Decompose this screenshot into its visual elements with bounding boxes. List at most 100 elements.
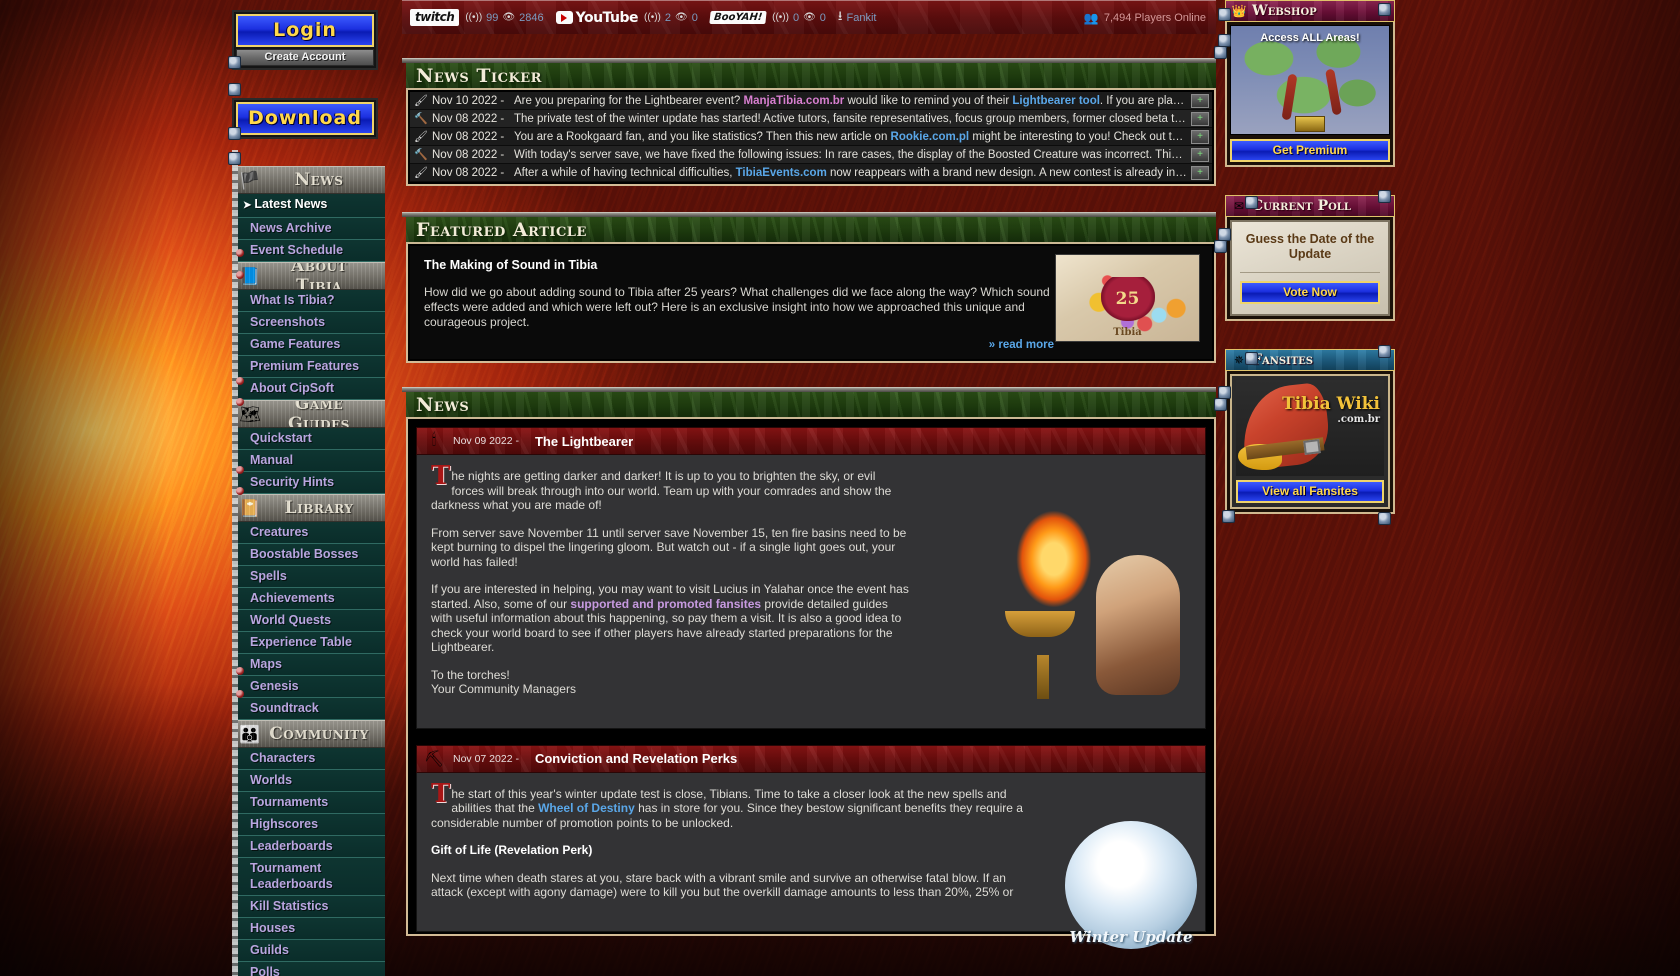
- sidebar-item-spells[interactable]: Spells: [233, 566, 385, 588]
- sidebar-item-worlds[interactable]: Worlds: [233, 770, 385, 792]
- sidebar-item-screenshots[interactable]: Screenshots: [233, 312, 385, 334]
- ticker-link[interactable]: Rookie.com.pl: [891, 131, 970, 143]
- sidebar-item-boostable-bosses[interactable]: Boostable Bosses: [233, 544, 385, 566]
- rivet-decoration: [236, 667, 244, 675]
- ticker-link[interactable]: TibiaEvents.com: [736, 167, 827, 179]
- table-row[interactable]: 🔨 Nov 08 2022 - The private test of the …: [410, 110, 1212, 128]
- sidebar-item-characters[interactable]: Characters: [233, 748, 385, 770]
- sidebar-item-experience-table[interactable]: Experience Table: [233, 632, 385, 654]
- sidebar-item-tournament-leaderboards[interactable]: Tournament Leaderboards: [233, 858, 385, 896]
- ticker-link[interactable]: ManjaTibia.com.br: [744, 95, 845, 107]
- fansites-title: Fansites: [1252, 352, 1314, 368]
- dropcap: T: [431, 778, 451, 809]
- sidebar-item-maps[interactable]: Maps: [233, 654, 385, 676]
- create-account-button[interactable]: Create Account: [236, 49, 374, 66]
- sidebar-menu-community: Characters Worlds Tournaments Highscores…: [233, 748, 385, 976]
- sidebar-item-quickstart[interactable]: Quickstart: [233, 428, 385, 450]
- view-all-fansites-button[interactable]: View all Fansites: [1236, 480, 1384, 503]
- sidebar-section-game-guides-label: Game Guides: [288, 400, 350, 428]
- sidebar-item-latest-news[interactable]: Latest News: [233, 194, 385, 218]
- image-caption: Tibia: [1113, 327, 1142, 338]
- featured-article-section: Featured Article The Making of Sound in …: [402, 212, 1216, 363]
- twitch-stats: ((•)) 99 👁 2846: [465, 12, 543, 24]
- table-row[interactable]: 🔨 Nov 08 2022 - With today's server save…: [410, 146, 1212, 164]
- sidebar-item-polls[interactable]: Polls: [233, 962, 385, 976]
- youtube-stats: ((•)) 2 👁 0: [644, 12, 698, 24]
- twitch-logo[interactable]: twitch: [410, 9, 460, 26]
- sidebar-item-houses[interactable]: Houses: [233, 918, 385, 940]
- news-article-title[interactable]: The Lightbearer: [535, 434, 633, 449]
- get-premium-button[interactable]: Get Premium: [1230, 139, 1390, 162]
- news-article-header[interactable]: ⛏ Nov 07 2022 - Conviction and Revelatio…: [416, 744, 1206, 773]
- booyah-logo[interactable]: BooYAH!: [709, 11, 767, 24]
- download-button-frame: Download: [232, 98, 378, 139]
- hat-buckle: [1303, 439, 1321, 455]
- sidebar-item-genesis[interactable]: Genesis: [233, 676, 385, 698]
- ticker-expand-button[interactable]: +: [1191, 165, 1209, 180]
- bolt-decoration: [1222, 510, 1235, 523]
- download-icon: ⭳: [837, 7, 843, 23]
- wheel-of-destiny-link[interactable]: Wheel of Destiny: [538, 801, 635, 815]
- eye-icon: 👁: [803, 12, 816, 23]
- bolt-decoration: [1245, 196, 1258, 209]
- sidebar-item-about-cipsoft[interactable]: About CipSoft: [233, 378, 385, 400]
- sidebar-item-news-archive[interactable]: News Archive: [233, 218, 385, 240]
- sidebar-menu-game-guides: Quickstart Manual Security Hints: [233, 428, 385, 494]
- ticker-link[interactable]: Lightbearer tool: [1012, 95, 1100, 107]
- ticker-text: Are you preparing for the Lightbearer ev…: [514, 94, 1191, 107]
- ticker-text: You are a Rookgaard fan, and you like st…: [514, 130, 1190, 143]
- quill-icon: 🖌: [414, 95, 428, 107]
- ticker-expand-button[interactable]: +: [1191, 147, 1209, 162]
- sidebar-item-creatures[interactable]: Creatures: [233, 522, 385, 544]
- read-more-link[interactable]: » read more: [424, 339, 1054, 351]
- crown-icon: 👑: [1231, 4, 1247, 18]
- sidebar-item-premium-features[interactable]: Premium Features: [233, 356, 385, 378]
- sidebar-item-game-features[interactable]: Game Features: [233, 334, 385, 356]
- divider: [1240, 272, 1380, 273]
- news-ticker-title: News Ticker: [416, 64, 542, 87]
- news-article-header[interactable]: 🕯 Nov 09 2022 - The Lightbearer: [416, 427, 1206, 455]
- ticker-expand-button[interactable]: +: [1191, 93, 1209, 108]
- featured-article-title: Featured Article: [416, 218, 587, 241]
- sidebar-item-world-quests[interactable]: World Quests: [233, 610, 385, 632]
- booyah-stats: ((•)) 0 👁 0: [772, 12, 826, 24]
- youtube-label: YouTube: [575, 9, 639, 26]
- quill-icon: 🖌: [414, 131, 428, 143]
- news-article: ⛏ Nov 07 2022 - Conviction and Revelatio…: [416, 744, 1206, 949]
- news-article-title[interactable]: Conviction and Revelation Perks: [535, 751, 737, 766]
- sidebar-item-leaderboards[interactable]: Leaderboards: [233, 836, 385, 858]
- youtube-views-count: 0: [691, 11, 698, 24]
- bolt-decoration: [1378, 190, 1391, 203]
- sidebar-item-achievements[interactable]: Achievements: [233, 588, 385, 610]
- featured-article-header: Featured Article: [406, 217, 1216, 244]
- sidebar-item-guilds[interactable]: Guilds: [233, 940, 385, 962]
- download-button[interactable]: Download: [236, 102, 374, 135]
- players-online-counter: 👥 7,494 Players Online: [1084, 11, 1206, 25]
- sidebar-item-event-schedule[interactable]: Event Schedule: [233, 240, 385, 262]
- table-row[interactable]: 🖌 Nov 08 2022 - You are a Rookgaard fan,…: [410, 128, 1212, 146]
- fansites-link[interactable]: supported and promoted fansites: [570, 597, 761, 611]
- bolt-decoration: [1214, 398, 1227, 411]
- sidebar-item-kill-statistics[interactable]: Kill Statistics: [233, 896, 385, 918]
- youtube-logo[interactable]: YouTube: [555, 9, 639, 26]
- ticker-expand-button[interactable]: +: [1191, 129, 1209, 144]
- sidebar-menu-news: Latest News News Archive Event Schedule: [233, 194, 385, 262]
- sidebar-item-security-hints[interactable]: Security Hints: [233, 472, 385, 494]
- social-topbar: twitch ((•)) 99 👁 2846 YouTube ((•)) 2 👁…: [402, 0, 1216, 34]
- sidebar-item-highscores[interactable]: Highscores: [233, 814, 385, 836]
- poll-body: Guess the Date of the Update Vote Now: [1225, 217, 1395, 321]
- vote-now-button[interactable]: Vote Now: [1240, 281, 1380, 304]
- rivet-decoration: [236, 377, 244, 385]
- sidebar-item-manual[interactable]: Manual: [233, 450, 385, 472]
- sidebar-item-tournaments[interactable]: Tournaments: [233, 792, 385, 814]
- sidebar-section-community-label: Community: [269, 724, 369, 744]
- sidebar-item-what-is-tibia[interactable]: What Is Tibia?: [233, 290, 385, 312]
- fansite-logo[interactable]: Tibia Wiki .com.br: [1236, 380, 1384, 476]
- login-button[interactable]: Login: [236, 14, 374, 47]
- bolt-decoration: [228, 56, 241, 69]
- table-row[interactable]: 🖌 Nov 08 2022 - After a while of having …: [410, 164, 1212, 182]
- sidebar-item-soundtrack[interactable]: Soundtrack: [233, 698, 385, 720]
- table-row[interactable]: 🖌 Nov 10 2022 - Are you preparing for th…: [410, 92, 1212, 110]
- fankit-link[interactable]: ⭳ Fankit: [838, 7, 877, 29]
- ticker-expand-button[interactable]: +: [1191, 111, 1209, 126]
